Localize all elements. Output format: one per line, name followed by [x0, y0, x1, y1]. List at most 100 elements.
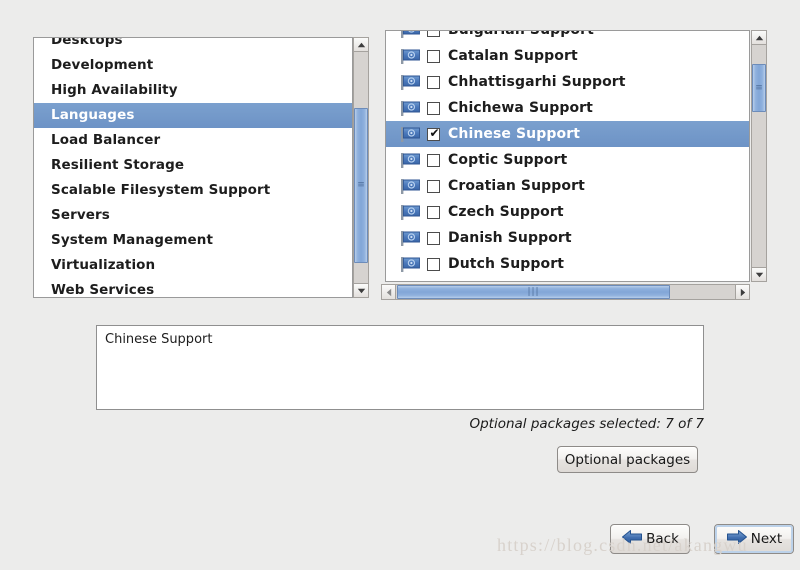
group-scroll-grip: ≡ [357, 180, 365, 190]
next-button-label: Next [750, 531, 783, 547]
package-list-item[interactable]: Coptic Support [386, 147, 749, 173]
language-package-horizontal-scrollbar[interactable]: ||| [381, 284, 750, 300]
chevron-down-icon [755, 272, 763, 277]
package-checkbox[interactable] [427, 231, 440, 245]
language-scroll-left-button[interactable] [381, 284, 396, 300]
language-hscroll-grip: ||| [527, 286, 540, 297]
group-list-item-label: Web Services [51, 282, 155, 297]
group-list-item-label: Desktops [51, 38, 123, 48]
language-hscroll-thumb[interactable]: ||| [397, 285, 670, 299]
package-list-item-label: Bulgarian Support [448, 31, 594, 38]
package-checkbox[interactable] [427, 257, 440, 271]
package-list-item[interactable]: Chhattisgarhi Support [386, 69, 749, 95]
group-list-item-label: Languages [51, 107, 135, 123]
language-scroll-down-button[interactable] [751, 267, 767, 282]
group-list-item[interactable]: Load Balancer [34, 128, 352, 153]
installer-package-selection-screen: Desktops Development High Availability Lang… [0, 0, 800, 570]
language-scroll-right-button[interactable] [735, 284, 750, 300]
group-list-item-label: Development [51, 57, 154, 73]
language-package-list-viewport: Bulgarian Support Catalan Support Chhattis… [386, 31, 749, 281]
language-package-vertical-scrollbar[interactable]: ≡ [751, 30, 767, 282]
package-checkbox[interactable] [427, 126, 441, 141]
package-group-list-panel[interactable]: Desktops Development High Availability Lang… [33, 37, 353, 298]
flag-icon [400, 152, 422, 169]
package-list-item-label: Dutch Support [448, 256, 565, 272]
optional-packages-button-label: Optional packages [564, 451, 691, 468]
package-list-item[interactable]: Czech Support [386, 199, 749, 225]
group-scroll-thumb[interactable]: ≡ [354, 108, 368, 263]
package-list-item-label: Danish Support [448, 230, 572, 246]
package-list-item[interactable]: Croatian Support [386, 173, 749, 199]
package-list-item-label: Chhattisgarhi Support [448, 74, 626, 90]
package-group-vertical-scrollbar[interactable]: ≡ [353, 37, 369, 298]
group-list-item-label: High Availability [51, 82, 178, 98]
package-checkbox[interactable] [427, 205, 440, 219]
flag-icon [400, 48, 422, 65]
group-list-item[interactable]: Scalable Filesystem Support [34, 178, 352, 203]
package-list-item[interactable]: Chichewa Support [386, 95, 749, 121]
group-list-item[interactable]: Development [34, 53, 352, 78]
flag-icon [400, 31, 422, 39]
package-list-item[interactable]: Bulgarian Support [386, 31, 749, 43]
flag-icon [400, 204, 422, 221]
flag-icon [400, 230, 422, 247]
package-list-item-label: Chichewa Support [448, 100, 593, 116]
group-list-item-label: Resilient Storage [51, 157, 185, 173]
group-list-item-label: Load Balancer [51, 132, 161, 148]
group-list-item-label: Virtualization [51, 257, 156, 273]
language-package-list-items: Bulgarian Support Catalan Support Chhattis… [386, 31, 749, 277]
package-description-text: Chinese Support [105, 332, 213, 347]
package-checkbox[interactable] [427, 101, 440, 115]
package-list-item[interactable]: Dutch Support [386, 251, 749, 277]
package-group-list-items: Desktops Development High Availability Lang… [34, 38, 352, 297]
chevron-up-icon [755, 35, 763, 40]
package-checkbox[interactable] [427, 49, 440, 63]
group-list-item[interactable]: Languages [34, 103, 352, 128]
group-list-item[interactable]: Web Services [34, 278, 352, 297]
chevron-down-icon [357, 288, 365, 293]
language-scroll-thumb[interactable]: ≡ [752, 64, 766, 112]
back-button[interactable]: Back [610, 524, 690, 554]
flag-icon [400, 74, 422, 91]
package-group-list-viewport: Desktops Development High Availability Lang… [34, 38, 352, 297]
package-description-box: Chinese Support [96, 325, 704, 410]
group-list-item[interactable]: Resilient Storage [34, 153, 352, 178]
group-list-item[interactable]: Servers [34, 203, 352, 228]
optional-packages-button[interactable]: Optional packages [557, 446, 698, 473]
group-list-item[interactable]: System Management [34, 228, 352, 253]
flag-icon [400, 126, 422, 143]
chevron-up-icon [357, 42, 365, 47]
flag-icon [400, 178, 422, 195]
group-list-item-label: System Management [51, 232, 214, 248]
group-list-item-label: Scalable Filesystem Support [51, 182, 271, 198]
group-list-item[interactable]: Desktops [34, 38, 352, 53]
language-scroll-up-button[interactable] [751, 30, 767, 45]
package-list-item[interactable]: Chinese Support [386, 121, 749, 147]
next-button[interactable]: Next [714, 524, 794, 554]
chevron-right-icon [740, 288, 745, 296]
language-package-list-panel[interactable]: Bulgarian Support Catalan Support Chhattis… [385, 30, 750, 282]
package-list-item[interactable]: Danish Support [386, 225, 749, 251]
language-scroll-grip: ≡ [755, 82, 763, 93]
back-button-label: Back [646, 531, 679, 547]
optional-packages-status: Optional packages selected: 7 of 7 [469, 416, 704, 432]
arrow-right-icon [726, 529, 748, 549]
chevron-left-icon [386, 288, 391, 296]
group-scroll-down-button[interactable] [353, 283, 369, 298]
group-list-item[interactable]: High Availability [34, 78, 352, 103]
package-list-item-label: Coptic Support [448, 152, 568, 168]
package-checkbox[interactable] [427, 31, 440, 37]
package-checkbox[interactable] [427, 153, 440, 167]
package-list-item-label: Czech Support [448, 204, 564, 220]
package-checkbox[interactable] [427, 179, 440, 193]
group-scroll-up-button[interactable] [353, 37, 369, 52]
package-list-item-label: Chinese Support [448, 126, 581, 142]
package-list-item-label: Catalan Support [448, 48, 578, 64]
package-checkbox[interactable] [427, 75, 440, 89]
package-list-item[interactable]: Catalan Support [386, 43, 749, 69]
flag-icon [400, 256, 422, 273]
group-list-item[interactable]: Virtualization [34, 253, 352, 278]
group-list-item-label: Servers [51, 207, 110, 223]
package-list-item-label: Croatian Support [448, 178, 585, 194]
flag-icon [400, 100, 422, 117]
